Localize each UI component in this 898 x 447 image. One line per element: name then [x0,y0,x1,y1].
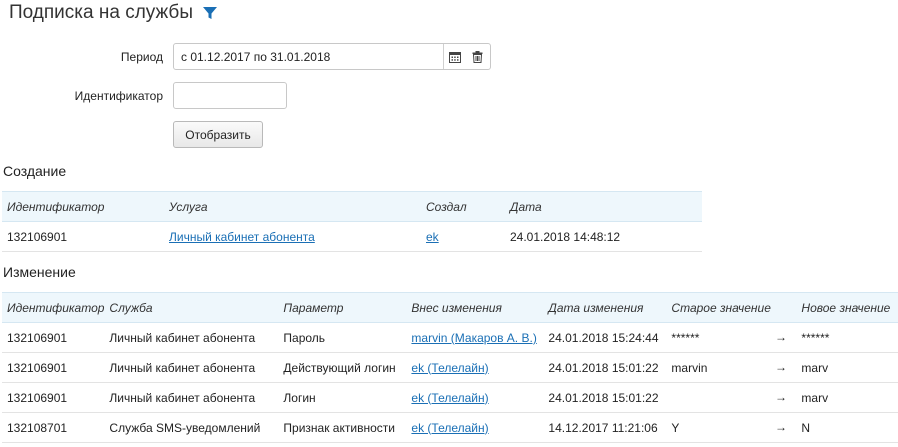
cell-id: 132106901 [2,352,105,383]
cell-id: 132106901 [2,382,105,413]
cell-param: Действующий логин [278,352,407,383]
changes-header-row: Идентификатор Служба Параметр Внес измен… [2,292,898,323]
cell-id: 132106901 [2,221,164,252]
new-value: marv [801,360,829,375]
author-link[interactable]: ek (Телелайн) [411,361,488,375]
old-value: marvin [671,360,708,375]
new-value: N [801,420,811,435]
period-label: Период [120,50,163,64]
column-header: Дата изменения [543,292,667,323]
column-header: Идентификатор [2,191,164,222]
creation-header-row: Идентификатор Услуга Создал Дата [2,191,702,222]
arrow: → [775,330,787,344]
new-value: marv [801,390,829,405]
cell-new-value: marv [796,382,898,413]
table-row: 132106901 Личный кабинет абонента ek 24.… [2,221,702,252]
cell-service: Служба SMS-уведомлений [104,412,279,443]
table-row: 132106901 Личный кабинет абонента Действ… [2,352,898,383]
cell-param: Признак активности [278,412,407,443]
show-button[interactable]: Отобразить [173,121,263,148]
period-field[interactable]: с 01.12.2017 по 31.01.2018 [173,43,491,70]
cell-date: 24.01.2018 15:01:22 [543,382,667,413]
table-row: 132106901 Личный кабинет абонента Логин … [2,382,898,413]
page-title: Подписка на службы [9,2,218,24]
cell-new-value: N [796,412,898,443]
cell-new-value: marv [796,352,898,383]
column-header: Новое значение [796,292,898,323]
cell-service: Личный кабинет абонента [104,352,279,383]
creator-link[interactable]: ek [426,230,439,244]
cell-id: 132108701 [2,412,105,443]
filter-icon[interactable] [202,5,218,21]
author-link[interactable]: marvin (Макаров А. В.) [411,331,536,345]
cell-author: ek (Телелайн) [406,352,544,383]
author-link[interactable]: ek (Телелайн) [411,391,488,405]
trash-icon [472,50,482,63]
arrow: → [775,390,787,404]
identifier-input[interactable] [173,82,287,109]
column-header: Служба [104,292,279,323]
cell-date: 14.12.2017 11:21:06 [543,412,667,443]
cell-service: Личный кабинет абонента [164,221,421,252]
cell-id: 132106901 [2,322,105,353]
calendar-button[interactable] [444,44,466,69]
service-link[interactable]: Личный кабинет абонента [169,230,315,244]
creation-section-title: Создание [3,163,67,179]
calendar-icon [449,51,461,63]
column-header: Параметр [278,292,407,323]
cell-date: 24.01.2018 15:01:22 [543,352,667,383]
cell-author: marvin (Макаров А. В.) [406,322,544,353]
cell-date: 24.01.2018 15:24:44 [543,322,667,353]
changes-section-title: Изменение [3,264,76,280]
cell-param: Пароль [278,322,407,353]
cell-author: ek (Телелайн) [406,412,544,443]
clear-button[interactable] [466,44,488,69]
changes-table: Идентификатор Служба Параметр Внес измен… [2,292,898,443]
cell-author: ek (Телелайн) [406,382,544,413]
author-link[interactable]: ek (Телелайн) [411,421,488,435]
old-value: ****** [671,330,700,345]
table-row: 132108701 Служба SMS-уведомлений Признак… [2,412,898,443]
old-value: Y [671,420,680,435]
arrow: → [775,420,787,434]
column-header: Создал [421,191,505,222]
column-header: Услуга [164,191,421,222]
period-value[interactable]: с 01.12.2017 по 31.01.2018 [174,44,444,69]
column-header: Старое значение [666,292,797,323]
column-header: Внес изменения [406,292,544,323]
cell-creator: ek [421,221,505,252]
cell-service: Личный кабинет абонента [104,382,279,413]
column-header: Идентификатор [2,292,105,323]
cell-new-value: ****** [796,322,898,353]
cell-date: 24.01.2018 14:48:12 [505,221,702,252]
creation-table: Идентификатор Услуга Создал Дата 1321069… [2,191,702,252]
table-row: 132106901 Личный кабинет абонента Пароль… [2,322,898,353]
identifier-label: Идентификатор [74,89,163,103]
column-header: Дата [505,191,702,222]
arrow: → [775,360,787,374]
new-value: ****** [801,330,830,345]
cell-param: Логин [278,382,407,413]
page-title-text: Подписка на службы [9,2,193,23]
cell-service: Личный кабинет абонента [104,322,279,353]
